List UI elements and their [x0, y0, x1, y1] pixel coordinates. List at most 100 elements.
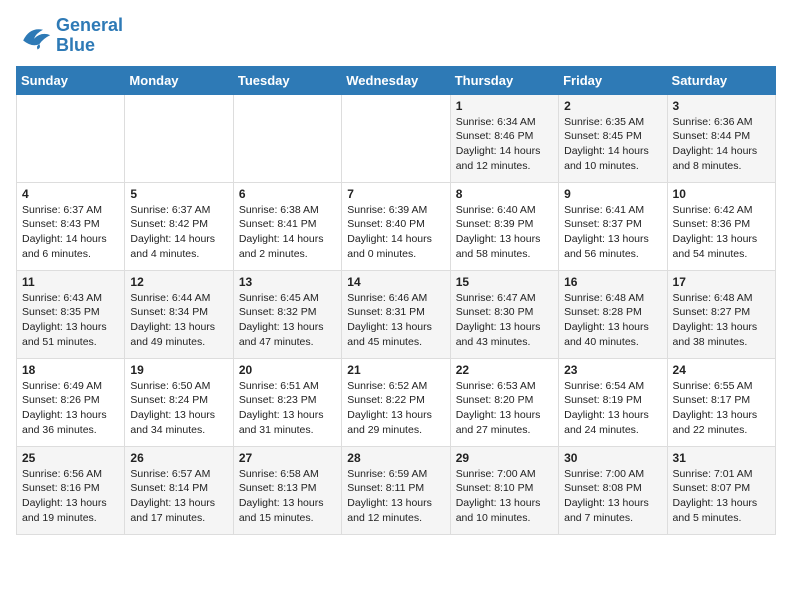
day-number: 5	[130, 187, 227, 201]
calendar-week-5: 25 Sunrise: 6:56 AM Sunset: 8:16 PM Dayl…	[17, 446, 776, 534]
daylight-text: Daylight: 13 hours and 15 minutes.	[239, 497, 324, 524]
daylight-text: Daylight: 13 hours and 7 minutes.	[564, 497, 649, 524]
daylight-text: Daylight: 13 hours and 49 minutes.	[130, 321, 215, 348]
daylight-text: Daylight: 13 hours and 43 minutes.	[456, 321, 541, 348]
sunrise-text: Sunrise: 6:48 AM	[673, 292, 753, 304]
daylight-text: Daylight: 14 hours and 4 minutes.	[130, 233, 215, 260]
sunset-text: Sunset: 8:17 PM	[673, 394, 751, 406]
sunrise-text: Sunrise: 6:35 AM	[564, 116, 644, 128]
cell-content: Sunrise: 6:37 AM Sunset: 8:43 PM Dayligh…	[22, 203, 119, 262]
cell-content: Sunrise: 6:59 AM Sunset: 8:11 PM Dayligh…	[347, 467, 444, 526]
calendar-cell: 1 Sunrise: 6:34 AM Sunset: 8:46 PM Dayli…	[450, 94, 558, 182]
sunrise-text: Sunrise: 6:42 AM	[673, 204, 753, 216]
daylight-text: Daylight: 13 hours and 31 minutes.	[239, 409, 324, 436]
calendar-cell: 23 Sunrise: 6:54 AM Sunset: 8:19 PM Dayl…	[559, 358, 667, 446]
sunset-text: Sunset: 8:42 PM	[130, 218, 208, 230]
daylight-text: Daylight: 13 hours and 27 minutes.	[456, 409, 541, 436]
sunrise-text: Sunrise: 6:54 AM	[564, 380, 644, 392]
calendar-cell: 22 Sunrise: 6:53 AM Sunset: 8:20 PM Dayl…	[450, 358, 558, 446]
sunset-text: Sunset: 8:39 PM	[456, 218, 534, 230]
calendar-cell	[17, 94, 125, 182]
daylight-text: Daylight: 13 hours and 36 minutes.	[22, 409, 107, 436]
day-number: 11	[22, 275, 119, 289]
cell-content: Sunrise: 7:01 AM Sunset: 8:07 PM Dayligh…	[673, 467, 770, 526]
calendar-cell: 16 Sunrise: 6:48 AM Sunset: 8:28 PM Dayl…	[559, 270, 667, 358]
calendar-cell: 3 Sunrise: 6:36 AM Sunset: 8:44 PM Dayli…	[667, 94, 775, 182]
sunset-text: Sunset: 8:23 PM	[239, 394, 317, 406]
sunrise-text: Sunrise: 6:47 AM	[456, 292, 536, 304]
day-number: 31	[673, 451, 770, 465]
sunrise-text: Sunrise: 6:39 AM	[347, 204, 427, 216]
weekday-header-wednesday: Wednesday	[342, 66, 450, 94]
sunset-text: Sunset: 8:30 PM	[456, 306, 534, 318]
calendar-cell: 29 Sunrise: 7:00 AM Sunset: 8:10 PM Dayl…	[450, 446, 558, 534]
sunset-text: Sunset: 8:19 PM	[564, 394, 642, 406]
daylight-text: Daylight: 13 hours and 40 minutes.	[564, 321, 649, 348]
calendar-week-1: 1 Sunrise: 6:34 AM Sunset: 8:46 PM Dayli…	[17, 94, 776, 182]
cell-content: Sunrise: 6:34 AM Sunset: 8:46 PM Dayligh…	[456, 115, 553, 174]
sunset-text: Sunset: 8:35 PM	[22, 306, 100, 318]
calendar-cell	[233, 94, 341, 182]
daylight-text: Daylight: 13 hours and 45 minutes.	[347, 321, 432, 348]
cell-content: Sunrise: 6:47 AM Sunset: 8:30 PM Dayligh…	[456, 291, 553, 350]
sunrise-text: Sunrise: 6:49 AM	[22, 380, 102, 392]
day-number: 7	[347, 187, 444, 201]
sunrise-text: Sunrise: 6:37 AM	[22, 204, 102, 216]
cell-content: Sunrise: 7:00 AM Sunset: 8:08 PM Dayligh…	[564, 467, 661, 526]
sunset-text: Sunset: 8:37 PM	[564, 218, 642, 230]
sunset-text: Sunset: 8:22 PM	[347, 394, 425, 406]
cell-content: Sunrise: 6:41 AM Sunset: 8:37 PM Dayligh…	[564, 203, 661, 262]
calendar-week-2: 4 Sunrise: 6:37 AM Sunset: 8:43 PM Dayli…	[17, 182, 776, 270]
daylight-text: Daylight: 13 hours and 58 minutes.	[456, 233, 541, 260]
sunset-text: Sunset: 8:07 PM	[673, 482, 751, 494]
day-number: 2	[564, 99, 661, 113]
sunrise-text: Sunrise: 7:00 AM	[564, 468, 644, 480]
sunset-text: Sunset: 8:40 PM	[347, 218, 425, 230]
daylight-text: Daylight: 13 hours and 47 minutes.	[239, 321, 324, 348]
calendar-cell: 2 Sunrise: 6:35 AM Sunset: 8:45 PM Dayli…	[559, 94, 667, 182]
sunrise-text: Sunrise: 6:51 AM	[239, 380, 319, 392]
cell-content: Sunrise: 6:57 AM Sunset: 8:14 PM Dayligh…	[130, 467, 227, 526]
sunrise-text: Sunrise: 6:52 AM	[347, 380, 427, 392]
sunrise-text: Sunrise: 6:48 AM	[564, 292, 644, 304]
calendar-cell: 7 Sunrise: 6:39 AM Sunset: 8:40 PM Dayli…	[342, 182, 450, 270]
cell-content: Sunrise: 6:48 AM Sunset: 8:28 PM Dayligh…	[564, 291, 661, 350]
sunset-text: Sunset: 8:46 PM	[456, 130, 534, 142]
cell-content: Sunrise: 6:58 AM Sunset: 8:13 PM Dayligh…	[239, 467, 336, 526]
calendar-cell: 26 Sunrise: 6:57 AM Sunset: 8:14 PM Dayl…	[125, 446, 233, 534]
sunset-text: Sunset: 8:41 PM	[239, 218, 317, 230]
calendar-cell: 14 Sunrise: 6:46 AM Sunset: 8:31 PM Dayl…	[342, 270, 450, 358]
cell-content: Sunrise: 6:48 AM Sunset: 8:27 PM Dayligh…	[673, 291, 770, 350]
daylight-text: Daylight: 14 hours and 6 minutes.	[22, 233, 107, 260]
sunset-text: Sunset: 8:44 PM	[673, 130, 751, 142]
calendar-cell	[125, 94, 233, 182]
calendar-cell: 27 Sunrise: 6:58 AM Sunset: 8:13 PM Dayl…	[233, 446, 341, 534]
cell-content: Sunrise: 6:49 AM Sunset: 8:26 PM Dayligh…	[22, 379, 119, 438]
sunrise-text: Sunrise: 6:50 AM	[130, 380, 210, 392]
day-number: 28	[347, 451, 444, 465]
sunset-text: Sunset: 8:24 PM	[130, 394, 208, 406]
day-number: 17	[673, 275, 770, 289]
sunrise-text: Sunrise: 6:40 AM	[456, 204, 536, 216]
calendar-cell	[342, 94, 450, 182]
logo: General Blue	[16, 16, 123, 56]
sunrise-text: Sunrise: 6:36 AM	[673, 116, 753, 128]
daylight-text: Daylight: 13 hours and 56 minutes.	[564, 233, 649, 260]
cell-content: Sunrise: 6:43 AM Sunset: 8:35 PM Dayligh…	[22, 291, 119, 350]
day-number: 3	[673, 99, 770, 113]
weekday-header-thursday: Thursday	[450, 66, 558, 94]
day-number: 29	[456, 451, 553, 465]
cell-content: Sunrise: 6:46 AM Sunset: 8:31 PM Dayligh…	[347, 291, 444, 350]
cell-content: Sunrise: 6:42 AM Sunset: 8:36 PM Dayligh…	[673, 203, 770, 262]
day-number: 9	[564, 187, 661, 201]
day-number: 18	[22, 363, 119, 377]
sunset-text: Sunset: 8:20 PM	[456, 394, 534, 406]
sunrise-text: Sunrise: 6:56 AM	[22, 468, 102, 480]
calendar-cell: 15 Sunrise: 6:47 AM Sunset: 8:30 PM Dayl…	[450, 270, 558, 358]
cell-content: Sunrise: 7:00 AM Sunset: 8:10 PM Dayligh…	[456, 467, 553, 526]
daylight-text: Daylight: 13 hours and 10 minutes.	[456, 497, 541, 524]
weekday-header-row: SundayMondayTuesdayWednesdayThursdayFrid…	[17, 66, 776, 94]
logo-text: General Blue	[56, 16, 123, 56]
calendar-cell: 13 Sunrise: 6:45 AM Sunset: 8:32 PM Dayl…	[233, 270, 341, 358]
day-number: 25	[22, 451, 119, 465]
